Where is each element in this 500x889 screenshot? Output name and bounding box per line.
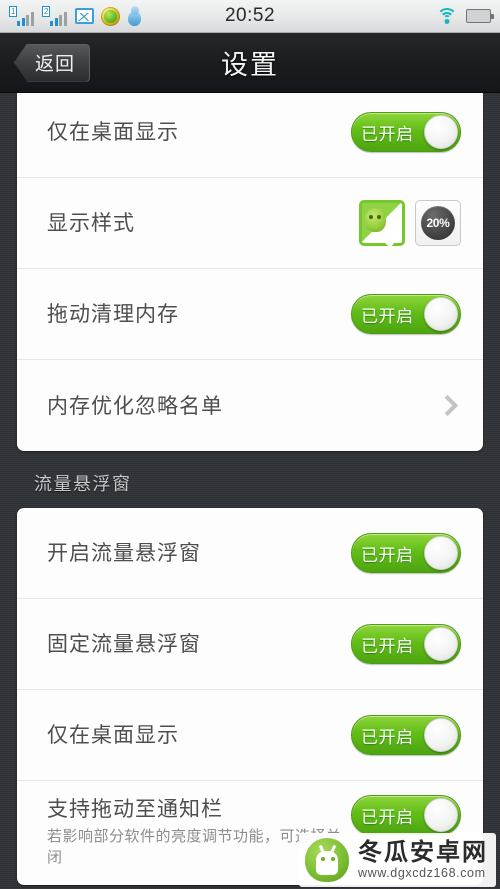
toggle-knob [424, 536, 458, 570]
row-title: 内存优化忽略名单 [47, 393, 223, 418]
navigation-bar: 返回 设置 [0, 33, 500, 93]
signal-bars [17, 11, 34, 26]
toggle-drag-to-notification[interactable]: 已开启 [351, 795, 461, 835]
status-bar-left-icons: 1 2 [9, 6, 142, 26]
row-labels: 内存优化忽略名单 [47, 392, 440, 420]
style-tile-percent[interactable]: 20% [415, 200, 461, 246]
row-labels: 仅在桌面显示 [47, 721, 351, 749]
toggle-label: 已开启 [361, 636, 414, 657]
green-ball-icon [101, 6, 120, 26]
settings-scroll-area[interactable]: 仅在桌面显示 已开启 显示样式 20% 拖动清理内存 已开启 内存优化忽略名单 … [0, 93, 500, 889]
row-title: 显示样式 [47, 211, 135, 235]
battery-icon [466, 9, 494, 23]
qq-penguin-icon [127, 6, 142, 26]
phone-screen: 1 2 20:52 返回 设置 仅在桌面显示 已开启 显示样式 20% 拖动清理… [0, 0, 500, 889]
toggle-label: 已开启 [361, 306, 414, 327]
row-title: 拖动清理内存 [47, 302, 179, 326]
row-fix-traffic-float[interactable]: 固定流量悬浮窗 已开启 [17, 599, 483, 690]
toggle-enable-traffic-float[interactable]: 已开启 [351, 533, 461, 573]
row-desktop-only-traffic[interactable]: 仅在桌面显示 已开启 [17, 690, 483, 781]
toggle-desktop-only[interactable]: 已开启 [351, 112, 461, 152]
row-title: 仅在桌面显示 [47, 120, 179, 144]
row-labels: 开启流量悬浮窗 [47, 539, 351, 567]
row-drag-clean-memory[interactable]: 拖动清理内存 已开启 [17, 269, 483, 360]
back-button[interactable]: 返回 [14, 43, 91, 82]
row-enable-traffic-float[interactable]: 开启流量悬浮窗 已开启 [17, 508, 483, 599]
section-header-traffic-float: 流量悬浮窗 [34, 474, 132, 495]
traffic-float-card: 开启流量悬浮窗 已开启 固定流量悬浮窗 已开启 仅在桌面显示 已开启 支持拖动至… [17, 508, 483, 885]
style-tile-mascot[interactable] [359, 200, 405, 248]
row-labels: 固定流量悬浮窗 [47, 630, 351, 658]
winter-melon-mascot-icon [305, 838, 349, 882]
toggle-knob [424, 718, 458, 752]
display-style-picker[interactable]: 20% [359, 200, 461, 248]
row-labels: 拖动清理内存 [47, 300, 351, 328]
toggle-knob [424, 297, 458, 331]
site-watermark: 冬瓜安卓网 www.dgxcdz168.com [299, 833, 496, 887]
toggle-fix-traffic-float[interactable]: 已开启 [351, 624, 461, 664]
toggle-drag-clean-memory[interactable]: 已开启 [351, 294, 461, 334]
wifi-icon [436, 8, 457, 24]
signal-bars [50, 11, 67, 26]
row-labels: 显示样式 [47, 209, 359, 237]
row-display-style[interactable]: 显示样式 20% [17, 178, 483, 269]
status-bar-right-icons [436, 8, 494, 24]
sim2-label: 2 [42, 6, 51, 17]
memory-settings-card: 仅在桌面显示 已开启 显示样式 20% 拖动清理内存 已开启 内存优化忽略名单 [17, 93, 483, 451]
row-title: 开启流量悬浮窗 [47, 541, 201, 565]
row-title: 固定流量悬浮窗 [47, 632, 201, 656]
toggle-knob [424, 627, 458, 661]
gallery-icon [75, 8, 94, 24]
chevron-right-icon [436, 394, 459, 417]
row-desktop-only[interactable]: 仅在桌面显示 已开启 [17, 93, 483, 178]
watermark-site-name: 冬瓜安卓网 [358, 837, 488, 866]
toggle-label: 已开启 [361, 124, 414, 145]
toggle-knob [424, 115, 458, 149]
row-title: 支持拖动至通知栏 [47, 797, 223, 821]
mascot-icon [365, 208, 386, 232]
row-labels: 仅在桌面显示 [47, 118, 351, 146]
row-title: 仅在桌面显示 [47, 723, 179, 747]
sim1-label: 1 [9, 6, 18, 17]
row-memory-ignore-list[interactable]: 内存优化忽略名单 [17, 360, 483, 451]
status-bar: 1 2 20:52 [0, 0, 500, 33]
toggle-label: 已开启 [361, 807, 414, 828]
watermark-url: www.dgxcdz168.com [358, 866, 486, 881]
signal-sim1-icon: 1 [9, 6, 35, 26]
watermark-text: 冬瓜安卓网 www.dgxcdz168.com [358, 837, 488, 881]
check-icon [383, 229, 401, 248]
toggle-desktop-only-traffic[interactable]: 已开启 [351, 715, 461, 755]
signal-sim2-icon: 2 [42, 6, 68, 26]
toggle-label: 已开启 [361, 727, 414, 748]
toggle-knob [424, 798, 458, 832]
toggle-label: 已开启 [361, 545, 414, 566]
percent-badge: 20% [421, 206, 455, 240]
